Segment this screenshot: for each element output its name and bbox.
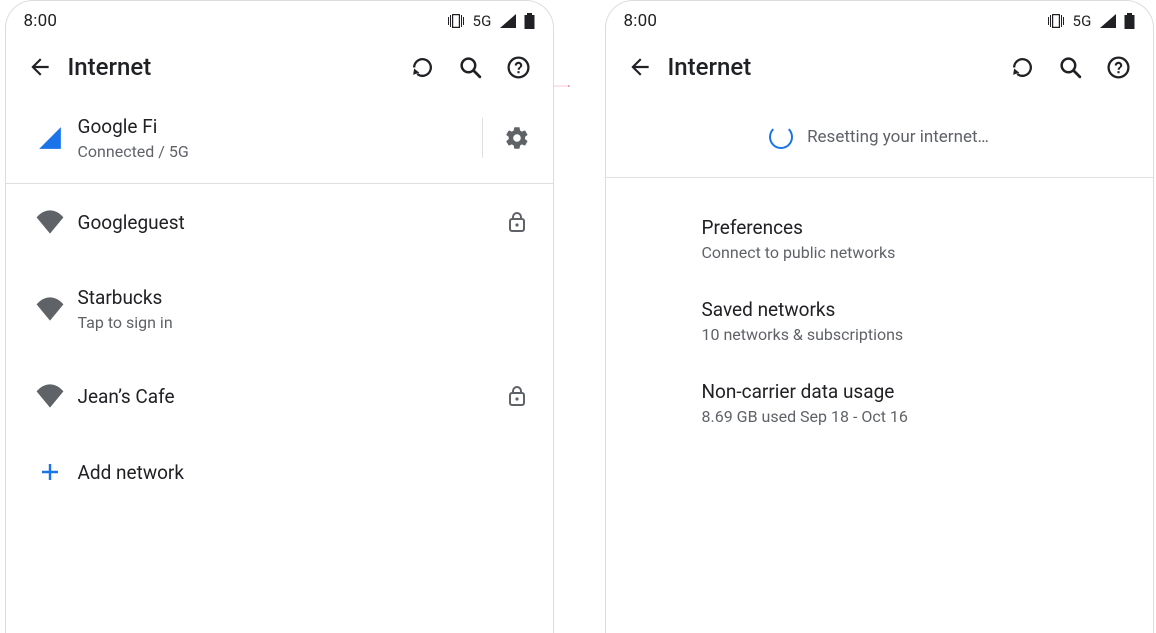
cellular-signal-icon — [37, 125, 63, 151]
lock-icon — [507, 211, 527, 233]
reset-icon — [1010, 55, 1035, 80]
page-title: Internet — [668, 53, 752, 81]
status-time: 8:00 — [624, 11, 658, 31]
search-button[interactable] — [447, 43, 495, 91]
wifi-network-row[interactable]: Googleguest — [6, 184, 553, 260]
reset-button[interactable] — [399, 43, 447, 91]
carrier-status: Connected / 5G — [78, 142, 189, 161]
carrier-name: Google Fi — [78, 115, 189, 138]
gear-icon — [504, 125, 530, 151]
battery-icon — [1124, 13, 1135, 29]
arrow-back-icon — [27, 54, 53, 80]
phone-screen-after: 8:00 5G Internet Resetting your internet… — [605, 0, 1154, 633]
reset-icon — [410, 55, 435, 80]
vibrate-icon — [1047, 13, 1065, 29]
wifi-name: Googleguest — [78, 211, 497, 234]
wifi-name: Jean’s Cafe — [78, 385, 497, 408]
pref-title: Preferences — [702, 216, 1105, 239]
wifi-sub: Tap to sign in — [78, 313, 497, 332]
pref-sub: 8.69 GB used Sep 18 - Oct 16 — [702, 407, 1105, 426]
search-icon — [458, 55, 483, 80]
back-button[interactable] — [16, 43, 64, 91]
reset-button[interactable] — [999, 43, 1047, 91]
wifi-network-row[interactable]: Starbucks Tap to sign in — [6, 260, 553, 358]
add-network-row[interactable]: Add network — [6, 434, 553, 510]
pref-sub: Connect to public networks — [702, 243, 1105, 262]
divider-vertical — [482, 118, 483, 158]
help-button[interactable] — [1095, 43, 1143, 91]
pref-sub: 10 networks & subscriptions — [702, 325, 1105, 344]
status-net-label: 5G — [472, 12, 491, 30]
help-button[interactable] — [495, 43, 543, 91]
status-net-label: 5G — [1072, 12, 1091, 30]
wifi-icon — [36, 210, 64, 234]
status-time: 8:00 — [24, 11, 58, 31]
help-icon — [506, 55, 531, 80]
phone-screen-before: 8:00 5G Internet Google Fi Connected / — [5, 0, 554, 633]
preferences-row[interactable]: Preferences Connect to public networks — [678, 198, 1129, 280]
back-button[interactable] — [616, 43, 664, 91]
pref-title: Saved networks — [702, 298, 1105, 321]
arrow-back-icon — [627, 54, 653, 80]
app-bar: Internet — [606, 37, 1153, 97]
lock-icon — [507, 385, 527, 407]
resetting-label: Resetting your internet… — [807, 127, 989, 147]
wifi-icon — [36, 384, 64, 408]
data-usage-row[interactable]: Non-carrier data usage 8.69 GB used Sep … — [678, 362, 1129, 444]
add-network-label: Add network — [78, 461, 537, 484]
page-title: Internet — [68, 53, 152, 81]
carrier-settings-button[interactable] — [497, 118, 537, 158]
pref-title: Non-carrier data usage — [702, 380, 1105, 403]
signal-icon — [1099, 13, 1117, 29]
saved-networks-row[interactable]: Saved networks 10 networks & subscriptio… — [678, 280, 1129, 362]
carrier-row[interactable]: Google Fi Connected / 5G — [6, 97, 553, 183]
search-button[interactable] — [1047, 43, 1095, 91]
status-bar: 8:00 5G — [6, 1, 553, 37]
wifi-name: Starbucks — [78, 286, 497, 309]
plus-icon — [38, 460, 62, 484]
status-bar: 8:00 5G — [606, 1, 1153, 37]
help-icon — [1106, 55, 1131, 80]
vibrate-icon — [447, 13, 465, 29]
spinner-icon — [769, 125, 793, 149]
battery-icon — [524, 13, 535, 29]
resetting-banner: Resetting your internet… — [606, 97, 1153, 177]
app-bar: Internet — [6, 37, 553, 97]
wifi-icon — [36, 297, 64, 321]
search-icon — [1058, 55, 1083, 80]
signal-icon — [499, 13, 517, 29]
wifi-network-row[interactable]: Jean’s Cafe — [6, 358, 553, 434]
